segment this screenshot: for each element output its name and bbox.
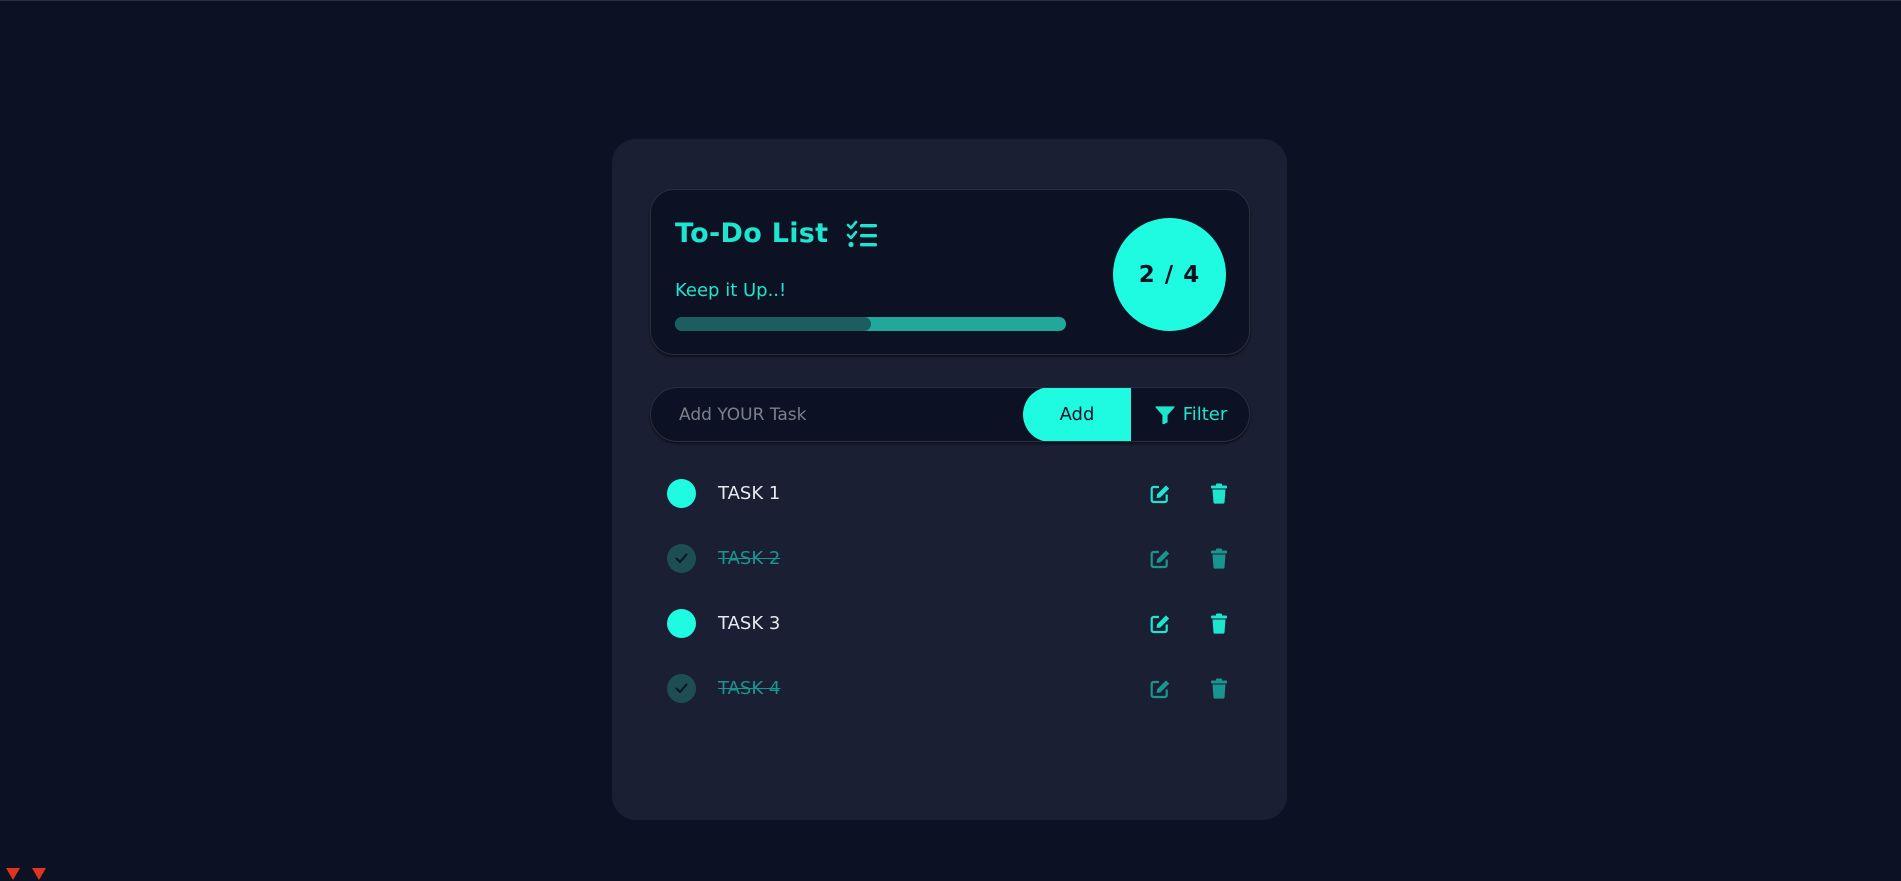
progress-fill — [675, 317, 871, 331]
todo-card: To-Do List Keep it Up..! 2 / 4 Add YOUR … — [612, 139, 1287, 820]
task-item: TASK 4 — [650, 656, 1250, 721]
edit-icon[interactable] — [1147, 676, 1173, 702]
title-row: To-Do List — [675, 218, 878, 249]
add-task-form: Add Filter — [650, 387, 1250, 442]
task-item: TASK 2 — [650, 526, 1250, 591]
check-icon — [675, 683, 688, 693]
edit-icon[interactable] — [1147, 481, 1173, 507]
task-checkbox[interactable] — [667, 674, 696, 703]
top-border — [0, 0, 1901, 1]
task-item: TASK 1 — [650, 461, 1250, 526]
page-title: To-Do List — [675, 218, 829, 249]
task-label: TASK 1 — [718, 483, 781, 504]
progress-bar — [675, 317, 1066, 331]
edit-icon[interactable] — [1147, 611, 1173, 637]
subtitle: Keep it Up..! — [675, 280, 787, 301]
trash-icon[interactable] — [1206, 546, 1232, 572]
task-input[interactable] — [651, 388, 1023, 441]
edit-icon[interactable] — [1147, 546, 1173, 572]
marker-triangle — [32, 868, 46, 880]
task-counter: 2 / 4 — [1113, 218, 1226, 331]
task-checkbox[interactable] — [667, 479, 696, 508]
task-list: TASK 1 TASK 2 TASK 3 TASK 4 — [650, 461, 1250, 721]
filter-label: Filter — [1182, 404, 1228, 425]
list-check-icon — [846, 220, 878, 248]
todo-header: To-Do List Keep it Up..! 2 / 4 — [650, 189, 1250, 355]
add-button[interactable]: Add — [1023, 388, 1131, 441]
task-label: TASK 2 — [718, 548, 781, 569]
task-label: TASK 4 — [718, 678, 781, 699]
check-icon — [675, 553, 688, 563]
trash-icon[interactable] — [1206, 611, 1232, 637]
marker-triangle — [6, 868, 20, 880]
task-label: TASK 3 — [718, 613, 781, 634]
trash-icon[interactable] — [1206, 481, 1232, 507]
task-checkbox[interactable] — [667, 544, 696, 573]
filter-button[interactable]: Filter — [1131, 388, 1249, 441]
task-item: TASK 3 — [650, 591, 1250, 656]
filter-icon — [1155, 405, 1175, 424]
trash-icon[interactable] — [1206, 676, 1232, 702]
task-checkbox[interactable] — [667, 609, 696, 638]
corner-markers — [6, 868, 46, 880]
